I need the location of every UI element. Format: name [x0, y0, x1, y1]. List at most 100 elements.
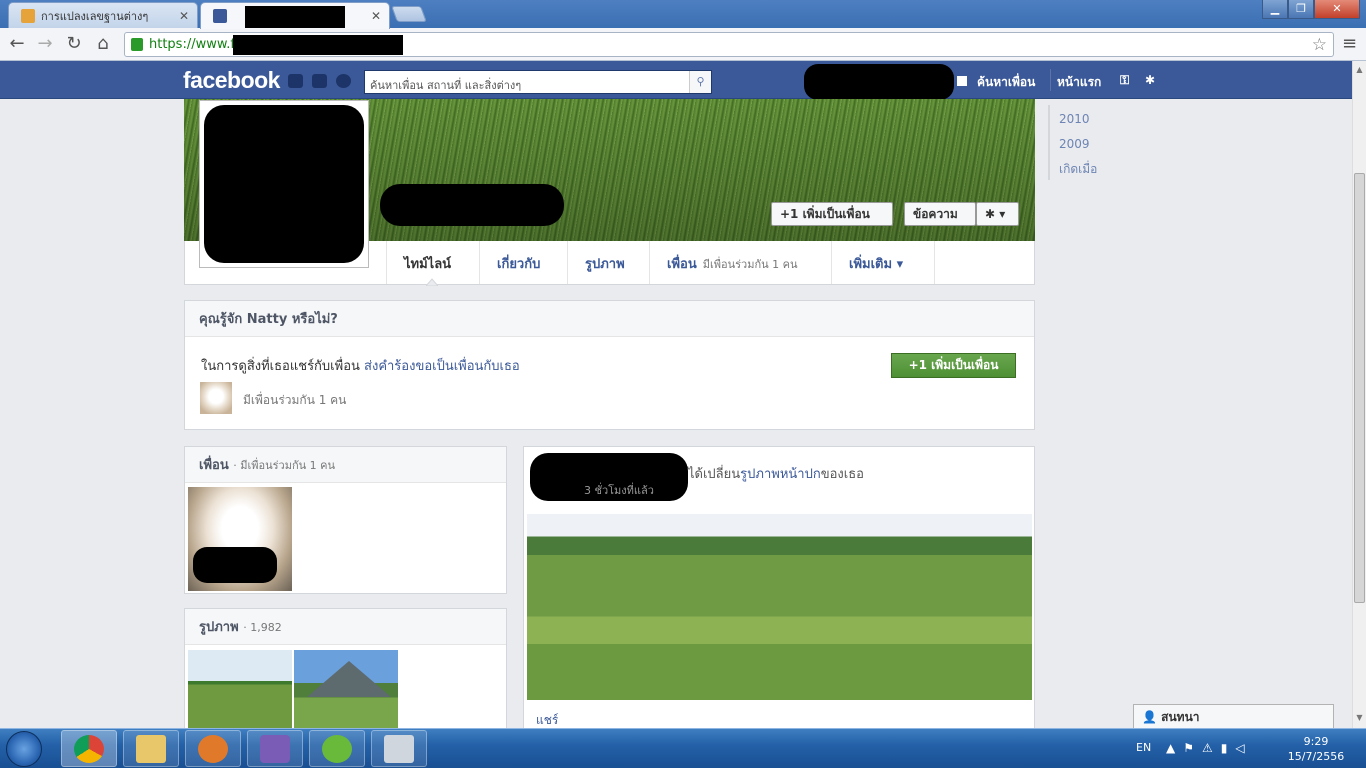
- box-title: คุณรู้จัก Natty หรือไม่?: [185, 301, 1034, 337]
- story-timestamp[interactable]: 3 ชั่วโมงที่แล้ว: [584, 481, 654, 499]
- mutual-count: มีเพื่อนร่วมกัน 1 คน: [702, 258, 798, 271]
- settings-gear-icon[interactable]: ✱: [1145, 73, 1155, 87]
- chat-tab[interactable]: 👤 สนทนา: [1133, 704, 1334, 728]
- box-subtitle: · มีเพื่อนร่วมกัน 1 คน: [233, 459, 336, 472]
- tab-about[interactable]: เกี่ยวกับ: [479, 241, 568, 284]
- facebook-icon: [213, 9, 227, 23]
- taskbar-utorrent[interactable]: [309, 730, 365, 767]
- story-action: ได้เปลี่ยน: [688, 467, 741, 482]
- close-window-button[interactable]: ✕: [1314, 0, 1360, 19]
- bookmark-star-icon[interactable]: ☆: [1312, 35, 1327, 55]
- add-friend-button[interactable]: +1 เพิ่มเป็นเพื่อน: [771, 202, 893, 226]
- selected-tab-caret: [426, 278, 438, 286]
- tab-facebook[interactable]: ✕: [200, 2, 390, 29]
- taskbar-media-player[interactable]: [185, 730, 241, 767]
- photos-box: รูปภาพ · 1,982: [184, 608, 507, 732]
- tab-label: ไทม์ไลน์: [404, 257, 452, 272]
- system-tray-icons[interactable]: ▲⚑⚠▮◁: [1166, 741, 1253, 755]
- notifications-icon[interactable]: [336, 74, 351, 88]
- minimize-button[interactable]: ▁: [1262, 0, 1288, 19]
- scroll-up-arrow[interactable]: ▲: [1354, 65, 1365, 74]
- chat-label: สนทนา: [1161, 710, 1200, 724]
- new-tab-button[interactable]: [391, 6, 427, 22]
- story-cover-image[interactable]: [527, 514, 1032, 700]
- cover-photo-link[interactable]: รูปภาพหน้าปก: [740, 467, 821, 482]
- gear-dropdown-button[interactable]: ✱ ▾: [976, 202, 1019, 226]
- taskbar-chrome[interactable]: [61, 730, 117, 767]
- redaction: [804, 64, 954, 100]
- visual-studio-icon: [260, 735, 290, 763]
- reload-icon[interactable]: ↻: [62, 32, 86, 56]
- message-button[interactable]: ข้อความ: [904, 202, 976, 226]
- folder-icon: [136, 735, 166, 763]
- box-header: เพื่อน · มีเพื่อนร่วมกัน 1 คน: [185, 447, 506, 483]
- vertical-scrollbar[interactable]: ▲ ▼: [1352, 61, 1366, 728]
- box-header: รูปภาพ · 1,982: [185, 609, 506, 645]
- friend-requests-icon[interactable]: [288, 74, 303, 88]
- mountain-shape: [307, 661, 391, 697]
- close-icon[interactable]: ✕: [179, 9, 189, 23]
- scroll-thumb[interactable]: [1354, 173, 1365, 603]
- tab-converter[interactable]: การแปลงเลขฐานต่างๆ ✕: [8, 2, 198, 28]
- facebook-header: facebook ค้นหาเพื่อน สถานที่ และสิ่งต่าง…: [0, 61, 1352, 100]
- friends-box: เพื่อน · มีเพื่อนร่วมกัน 1 คน: [184, 446, 507, 594]
- taskbar-explorer[interactable]: [123, 730, 179, 767]
- search-icon[interactable]: ⚲: [689, 71, 711, 93]
- windows-taskbar: EN ▲⚑⚠▮◁ 9:29 15/7/2556: [0, 728, 1366, 768]
- year-2010[interactable]: 2010: [1050, 105, 1128, 130]
- taskbar-visual-studio[interactable]: [247, 730, 303, 767]
- start-button[interactable]: [6, 731, 42, 767]
- tab-title: การแปลงเลขฐานต่างๆ: [41, 9, 149, 23]
- privacy-icon[interactable]: ⚿: [1120, 73, 1129, 88]
- language-indicator[interactable]: EN: [1136, 741, 1151, 754]
- box-subtitle: · 1,982: [243, 621, 282, 634]
- close-icon[interactable]: ✕: [371, 9, 381, 23]
- taskbar-calculator[interactable]: [371, 730, 427, 767]
- tab-more[interactable]: เพิ่มเติม ▾: [831, 241, 935, 284]
- tab-friends[interactable]: เพื่อน มีเพื่อนร่วมกัน 1 คน: [649, 241, 832, 284]
- tab-label: รูปภาพ: [585, 257, 625, 272]
- tab-label: เพิ่มเติม ▾: [849, 257, 904, 272]
- box-title[interactable]: รูปภาพ: [199, 620, 239, 635]
- facebook-logo[interactable]: facebook: [183, 67, 280, 94]
- utorrent-icon: [322, 735, 352, 763]
- add-friend-green-button[interactable]: +1 เพิ่มเป็นเพื่อน: [891, 353, 1016, 378]
- find-friends-link[interactable]: ค้นหาเพื่อน: [977, 73, 1035, 92]
- mutual-friends-text[interactable]: มีเพื่อนร่วมกัน 1 คน: [243, 391, 346, 410]
- calculator-icon: [384, 735, 414, 763]
- divider: [1050, 69, 1051, 91]
- scroll-down-arrow[interactable]: ▼: [1354, 713, 1365, 722]
- search-input[interactable]: ค้นหาเพื่อน สถานที่ และสิ่งต่างๆ ⚲: [364, 70, 712, 94]
- redaction: [380, 184, 564, 226]
- maximize-button[interactable]: ❐: [1288, 0, 1314, 19]
- profile-picture[interactable]: [199, 100, 369, 268]
- chat-user-icon: 👤: [1142, 710, 1157, 724]
- browser-toolbar: ← → ↻ ⌂ https://www.facebook.com/macand …: [0, 28, 1366, 61]
- do-you-know-box: คุณรู้จัก Natty หรือไม่? ในการดูสิ่งที่เ…: [184, 300, 1035, 430]
- year-2009[interactable]: 2009: [1050, 130, 1128, 155]
- redaction: [204, 105, 364, 263]
- checkbox-icon: [957, 76, 967, 86]
- year-scrubber: 2010 2009 เกิดเมื่อ: [1048, 105, 1128, 180]
- forward-icon[interactable]: →: [33, 32, 57, 56]
- back-icon[interactable]: ←: [5, 32, 29, 56]
- box-title[interactable]: เพื่อน: [199, 458, 229, 473]
- home-link[interactable]: หน้าแรก: [1057, 73, 1101, 92]
- tab-photos[interactable]: รูปภาพ: [567, 241, 650, 284]
- redaction: [233, 35, 403, 55]
- search-placeholder: ค้นหาเพื่อน สถานที่ และสิ่งต่างๆ: [370, 79, 522, 92]
- home-icon[interactable]: ⌂: [91, 32, 115, 56]
- redaction: [193, 547, 277, 583]
- send-request-link[interactable]: ส่งคำร้องขอเป็นเพื่อนกับเธอ: [364, 359, 520, 374]
- year-born[interactable]: เกิดเมื่อ: [1050, 155, 1128, 180]
- clock[interactable]: 9:29 15/7/2556: [1286, 734, 1346, 764]
- mutual-friend-avatar[interactable]: [200, 382, 232, 414]
- clock-date: 15/7/2556: [1287, 750, 1345, 763]
- tab-label: เพื่อน: [667, 257, 697, 272]
- address-bar[interactable]: https://www.facebook.com/macand ☆: [124, 32, 1334, 57]
- media-player-icon: [198, 735, 228, 763]
- chrome-icon: [74, 735, 104, 763]
- messages-icon[interactable]: [312, 74, 327, 88]
- menu-icon[interactable]: ≡: [1342, 33, 1360, 54]
- photo-thumbnail[interactable]: [188, 650, 292, 732]
